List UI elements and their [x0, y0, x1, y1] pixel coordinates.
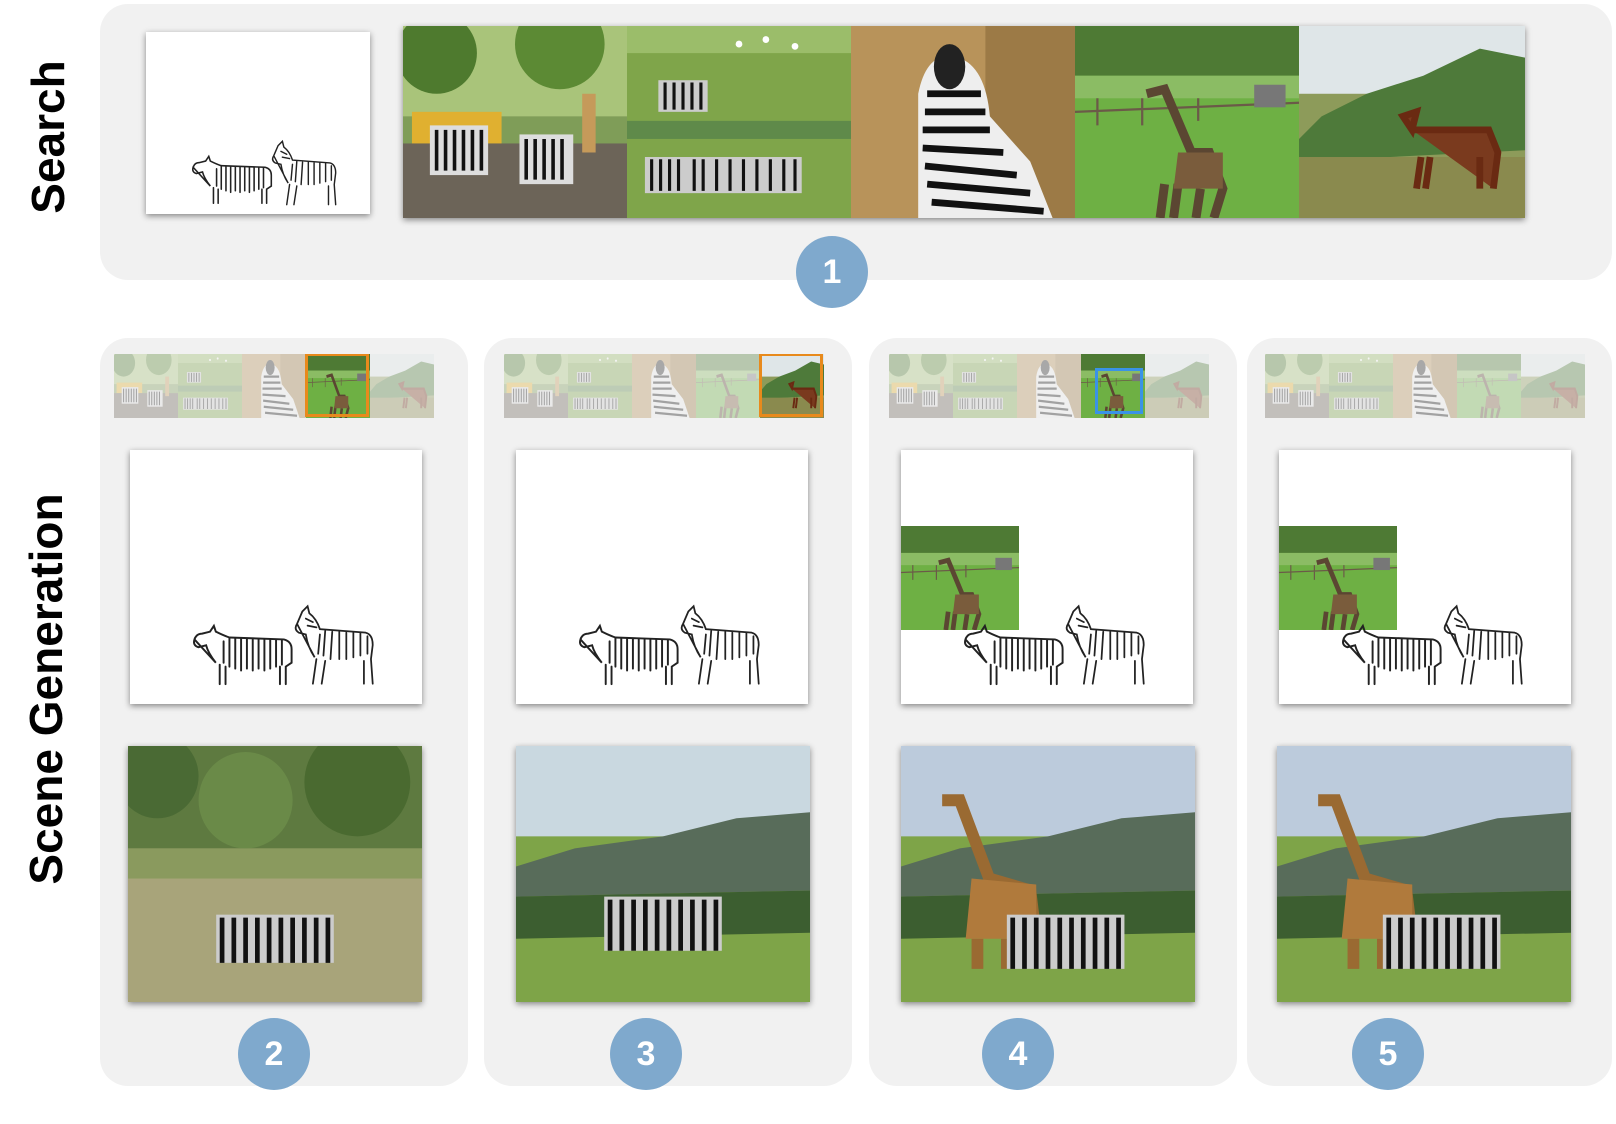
placed-object-highlight[interactable] [1095, 368, 1143, 414]
candidate-strip [504, 354, 824, 418]
generated-scene [901, 746, 1195, 1002]
stage-panel-5 [1247, 338, 1612, 1086]
result-image-giraffe[interactable] [1075, 26, 1299, 218]
candidate-strip [1265, 354, 1585, 418]
generated-scene [516, 746, 810, 1002]
stage-panel-3 [484, 338, 852, 1086]
step-badge-2: 2 [238, 1018, 310, 1090]
scene-generation-row-label: Scene Generation [20, 493, 72, 885]
stage-panel-2 [100, 338, 468, 1086]
generated-scene [128, 746, 422, 1002]
stage-panel-4 [869, 338, 1237, 1086]
result-image-horse[interactable] [1299, 26, 1525, 218]
generated-scene [1277, 746, 1571, 1002]
search-row-label: Search [22, 60, 74, 214]
step-badge-4: 4 [982, 1018, 1054, 1090]
result-image-zebra-portrait[interactable] [851, 26, 1075, 218]
query-sketch [146, 32, 370, 214]
step-badge-3: 3 [610, 1018, 682, 1090]
candidate-strip [889, 354, 1209, 418]
result-image-herd[interactable] [627, 26, 851, 218]
search-panel [100, 4, 1612, 280]
step-badge-5: 5 [1352, 1018, 1424, 1090]
search-results-strip [403, 26, 1525, 218]
input-sketch [1279, 450, 1571, 704]
selected-candidate-highlight[interactable] [759, 354, 823, 417]
input-sketch [516, 450, 808, 704]
input-sketch [901, 450, 1193, 704]
input-sketch [130, 450, 422, 704]
step-badge-1: 1 [796, 236, 868, 308]
candidate-strip [114, 354, 434, 418]
result-image-zoo[interactable] [403, 26, 627, 218]
selected-candidate-highlight[interactable] [305, 354, 369, 417]
